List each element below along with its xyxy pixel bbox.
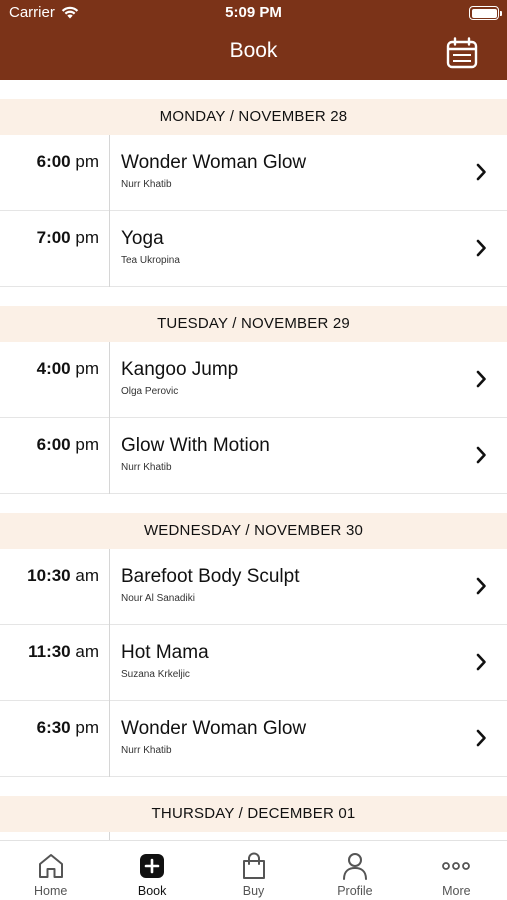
class-row[interactable]: 7:00 pm Yoga Tea Ukropina xyxy=(0,211,507,287)
tab-label: More xyxy=(442,884,471,898)
class-time: 6:00 pm xyxy=(36,152,99,171)
class-title: Kangoo Jump xyxy=(121,359,239,380)
class-instructor: Olga Perovic xyxy=(121,386,179,397)
battery-icon xyxy=(469,6,502,20)
class-row[interactable]: 6:00 pm Glow With Motion Nurr Khatib xyxy=(0,418,507,494)
page-title: Book xyxy=(229,39,278,62)
shopping-bag-icon xyxy=(242,852,265,879)
chevron-right-icon xyxy=(476,729,486,747)
schedule-list[interactable]: MONDAY / NOVEMBER 28 6:00 pm Wonder Woma… xyxy=(0,80,507,840)
status-bar: Carrier 5:09 PM xyxy=(0,0,507,24)
class-row[interactable]: 4:00 pm Kangoo Jump Olga Perovic xyxy=(0,342,507,418)
class-time: 10:30 am xyxy=(27,566,99,585)
class-instructor: Nurr Khatib xyxy=(121,462,172,473)
tab-more[interactable]: More xyxy=(406,841,507,900)
person-icon xyxy=(342,853,367,880)
chevron-right-icon xyxy=(476,577,486,595)
class-instructor: Nurr Khatib xyxy=(121,179,172,190)
tab-label: Book xyxy=(137,884,167,898)
more-dots-icon xyxy=(442,862,471,870)
chevron-right-icon xyxy=(476,239,486,257)
tab-bar: Home Book Buy Profile More xyxy=(0,840,507,900)
class-title: Barefoot Body Sculpt xyxy=(121,566,300,587)
class-title: Wonder Woman Glow xyxy=(121,718,307,739)
day-header: THURSDAY / DECEMBER 01 xyxy=(0,796,507,832)
class-time: 11:30 am xyxy=(28,642,99,661)
class-time: 7:00 pm xyxy=(36,228,99,247)
nav-header: Carrier 5:09 PM Book xyxy=(0,0,507,80)
class-time: 4:00 pm xyxy=(36,359,99,378)
class-instructor: Nour Al Sanadiki xyxy=(121,593,195,604)
class-instructor: Nurr Khatib xyxy=(121,745,172,756)
tab-buy[interactable]: Buy xyxy=(203,841,304,900)
class-instructor: Tea Ukropina xyxy=(121,255,180,266)
day-header: WEDNESDAY / NOVEMBER 30 xyxy=(0,513,507,549)
class-instructor: Suzana Krkeljic xyxy=(121,669,190,680)
calendar-icon[interactable] xyxy=(445,36,479,70)
tab-label: Buy xyxy=(242,884,265,898)
tab-home[interactable]: Home xyxy=(0,841,101,900)
class-row[interactable]: 10:30 am Barefoot Body Sculpt Nour Al Sa… xyxy=(0,549,507,625)
home-icon xyxy=(38,854,63,878)
class-row[interactable]: 6:00 pm Wonder Woman Glow Nurr Khatib xyxy=(0,135,507,211)
class-time: 6:30 pm xyxy=(36,718,99,737)
class-title: Yoga xyxy=(121,228,164,249)
chevron-right-icon xyxy=(476,163,486,181)
class-time: 6:00 pm xyxy=(36,435,99,454)
tab-profile[interactable]: Profile xyxy=(304,841,405,900)
class-row-partial[interactable] xyxy=(0,832,507,840)
status-time: 5:09 PM xyxy=(225,4,282,21)
chevron-right-icon xyxy=(476,446,486,464)
chevron-right-icon xyxy=(476,653,486,671)
class-title: Glow With Motion xyxy=(121,435,270,456)
plus-square-icon xyxy=(140,854,165,878)
class-title: Wonder Woman Glow xyxy=(121,152,307,173)
class-title: Hot Mama xyxy=(121,642,209,663)
tab-label: Profile xyxy=(337,884,373,898)
tab-label: Home xyxy=(34,884,68,898)
class-row[interactable]: 11:30 am Hot Mama Suzana Krkeljic xyxy=(0,625,507,701)
day-header: TUESDAY / NOVEMBER 29 xyxy=(0,306,507,342)
chevron-right-icon xyxy=(476,370,486,388)
tab-book[interactable]: Book xyxy=(101,841,202,900)
day-header: MONDAY / NOVEMBER 28 xyxy=(0,99,507,135)
class-row[interactable]: 6:30 pm Wonder Woman Glow Nurr Khatib xyxy=(0,701,507,777)
